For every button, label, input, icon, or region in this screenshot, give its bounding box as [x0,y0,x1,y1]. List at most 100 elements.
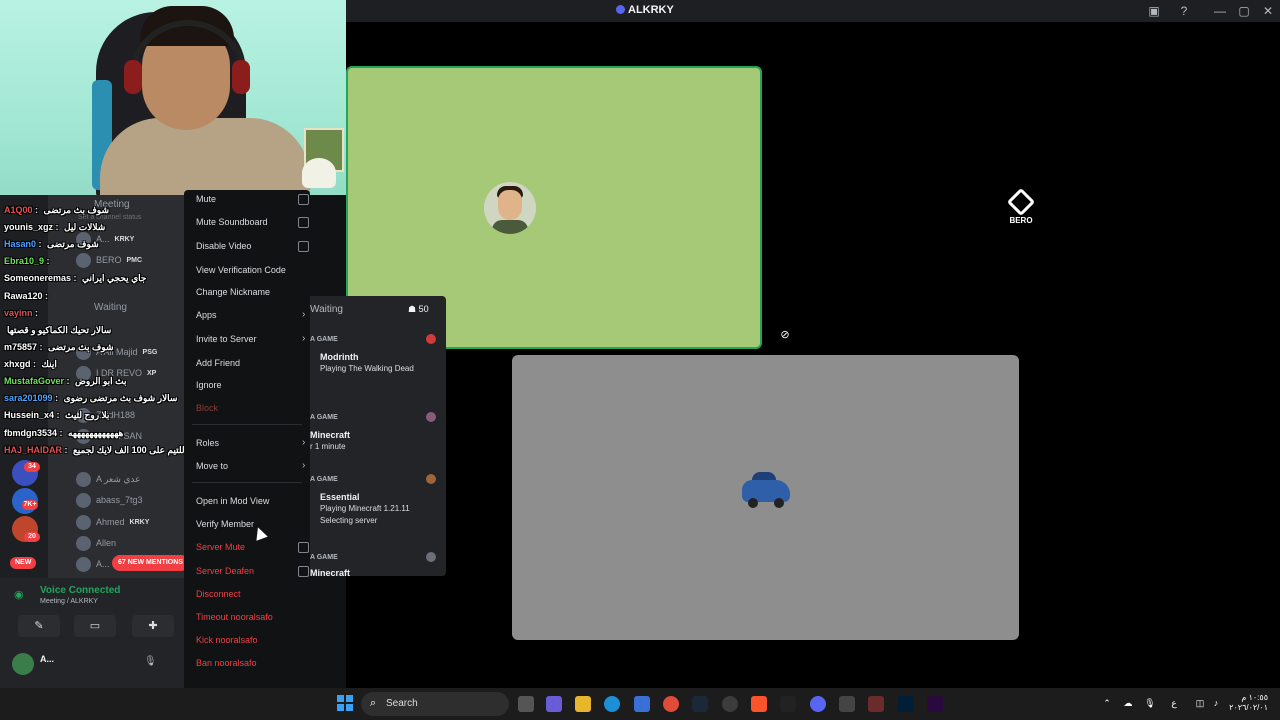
menu-disable-video[interactable]: Disable Video [196,237,309,255]
checkbox[interactable] [298,194,309,205]
menu-view-verification-code[interactable]: View Verification Code [196,261,300,279]
checkbox[interactable] [298,241,309,252]
chat-user: Ebra10_9 [4,256,45,266]
avatar [76,471,91,487]
task-view-icon[interactable] [518,696,534,712]
chat-user: A1Q00 [4,205,33,215]
volume-icon[interactable]: ♪ [1210,698,1222,710]
discord-icon[interactable] [810,696,826,712]
language-indicator[interactable]: ع [1168,698,1180,710]
screen-share-button[interactable]: ▭ [74,615,116,637]
close-button[interactable]: ✕ [1260,3,1276,19]
menu-label: Timeout nooralsafo [196,612,273,622]
network-icon[interactable]: ◫ [1194,698,1206,710]
voice-member[interactable]: A... [76,555,115,573]
member-count: 50 [418,304,429,314]
menu-move-to[interactable]: Move to › [196,457,305,475]
photoshop-icon[interactable] [898,696,914,712]
start-button[interactable] [337,695,353,711]
menu-add-friend[interactable]: Add Friend [196,354,300,372]
minimize-button[interactable]: — [1212,3,1228,19]
menu-server-mute[interactable]: Server Mute [196,538,309,556]
member-name: Allen [96,538,117,548]
menu-label: Invite to Server [196,334,257,344]
inbox-icon[interactable]: ▣ [1146,3,1162,19]
chat-text: جاي يحجي ايراني [82,273,147,283]
voice-member[interactable]: abass_7tg3 [76,491,148,509]
menu-open-mod-view[interactable]: Open in Mod View [196,492,300,510]
participant-tile-bero[interactable]: BERO [1006,187,1036,232]
chevron-right-icon: › [302,309,306,320]
steam-icon[interactable] [692,696,708,712]
obs-icon[interactable] [839,696,855,712]
chat-message: xhxgd : اينك [4,359,57,369]
brave-icon[interactable] [751,696,767,712]
menu-ban[interactable]: Ban nooralsafo [196,654,300,672]
new-mentions-pill[interactable]: 67 NEW MENTIONS [112,555,189,571]
app-icon[interactable] [868,696,884,712]
clock[interactable]: ١٠:٥٥ م ٢٠٢٦/٠٢/٠١ [1228,693,1268,713]
settings-icon[interactable] [722,696,738,712]
chat-user: vayinn [4,308,33,318]
cloud-icon[interactable]: ☁ [1122,698,1134,710]
camera-off-button[interactable]: ✎ [18,615,60,637]
checkbox[interactable] [298,542,309,553]
voice-member[interactable]: Ahmed KRKY [76,513,149,531]
new-badge[interactable]: NEW [10,557,37,569]
voice-connected-label[interactable]: Voice Connected [40,585,120,596]
voice-channel-path[interactable]: Meeting / ALKRKY [40,598,98,605]
clock-date: ٢٠٢٦/٠٢/٠١ [1229,703,1268,712]
menu-mute-soundboard[interactable]: Mute Soundboard [196,213,309,231]
file-explorer-icon[interactable] [575,696,591,712]
server-logo-icon [616,5,625,14]
maximize-button[interactable]: ▢ [1236,3,1252,19]
activity-header: A GAME [310,554,338,561]
member-name: A عدي شعر [96,473,141,484]
chrome-icon[interactable] [663,696,679,712]
menu-server-deafen[interactable]: Server Deafen [196,562,309,580]
search-icon: ⌕ [370,697,377,709]
menu-change-nickname[interactable]: Change Nickname [196,283,300,301]
activities-button[interactable]: ✚ [132,615,174,637]
chat-message: vayinn : [4,308,39,318]
signal-icon[interactable]: ◉ [14,588,30,604]
activity-avatar [426,412,436,422]
taskbar-search[interactable] [361,692,509,716]
menu-verify-member[interactable]: Verify Member [196,515,300,533]
premiere-icon[interactable] [927,696,943,712]
user-avatar[interactable] [12,653,34,675]
activity-header: A GAME [310,336,338,343]
menu-invite-to-server[interactable]: Invite to Server › [196,330,305,348]
chat-message: Rawa120 : [4,291,49,301]
unread-badge: 20 [24,532,40,542]
menu-label: Roles [196,438,220,448]
activity-title: Minecraft [310,430,351,440]
chevron-up-icon[interactable]: ⌃ [1101,698,1113,710]
chat-text: اينك [41,359,57,369]
voice-member[interactable]: A عدي شعر [76,470,146,488]
chat-text: شوف بث مرتضى [43,205,109,215]
menu-mute[interactable]: Mute [196,190,309,208]
checkbox[interactable] [298,566,309,577]
microphone-icon[interactable]: 🎙 [144,656,157,667]
menu-ignore[interactable]: Ignore [196,376,300,394]
menu-kick[interactable]: Kick nooralsafo [196,631,300,649]
menu-block[interactable]: Block [196,399,300,417]
store-icon[interactable] [634,696,650,712]
microphone-icon[interactable]: 🎙 [1144,698,1156,710]
menu-roles[interactable]: Roles › [196,434,305,452]
voice-member[interactable]: Allen [76,534,121,552]
clock-time: ١٠:٥٥ م [1241,693,1268,702]
copilot-icon[interactable] [546,696,562,712]
capcut-icon[interactable] [780,696,796,712]
help-icon[interactable]: ? [1176,3,1192,19]
menu-timeout[interactable]: Timeout nooralsafo [196,608,300,626]
muted-icon: ⊘ [780,329,790,341]
edge-icon[interactable] [604,696,620,712]
checkbox[interactable] [298,217,309,228]
menu-label: Block [196,403,219,413]
activity-channel: Waiting [310,304,343,315]
diamond-logo-icon [1006,187,1036,217]
menu-disconnect[interactable]: Disconnect [196,585,300,603]
menu-apps[interactable]: Apps › [196,306,305,324]
